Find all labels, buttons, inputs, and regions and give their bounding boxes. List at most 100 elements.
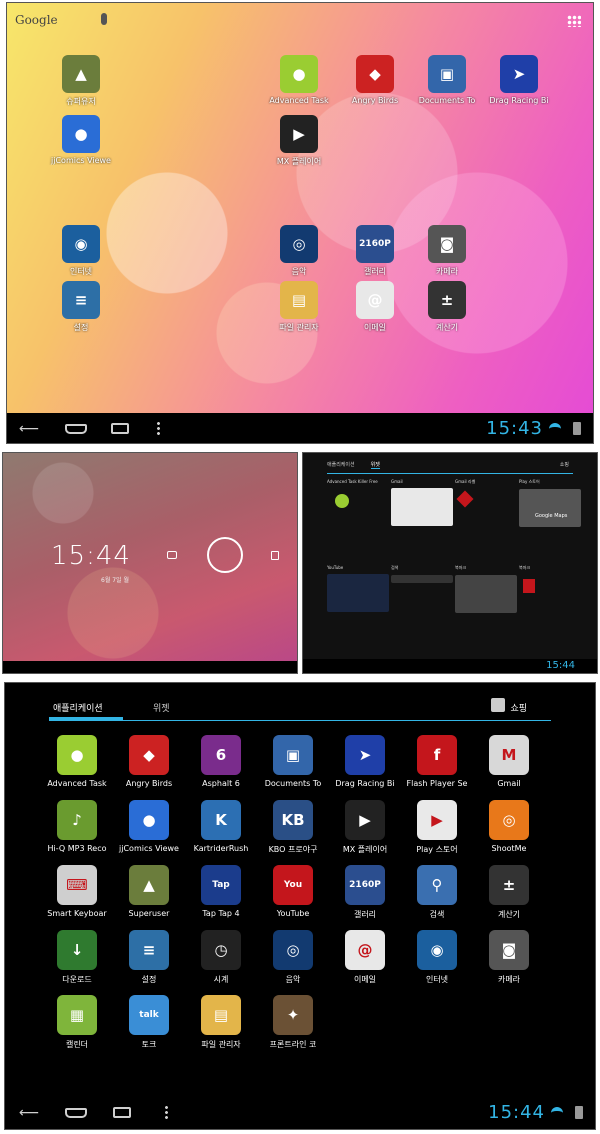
padlock-icon[interactable] <box>271 551 279 560</box>
home-app-icon[interactable]: ▶ MX 플레이어 <box>259 115 339 167</box>
drawer-app-icon[interactable]: ▤ 파일 관리자 <box>185 995 257 1050</box>
home-app-icon[interactable]: ≡ 설정 <box>41 281 121 333</box>
widget-cell[interactable]: 북마크 <box>455 565 517 623</box>
drawer-app-icon[interactable]: ◉ 인터넷 <box>401 930 473 985</box>
drawer-app-icon[interactable]: ◆ Angry Birds <box>113 735 185 788</box>
tab-applications[interactable]: 애플리케이션 <box>327 461 355 469</box>
unlock-ring[interactable] <box>207 537 243 573</box>
app-label: 검색 <box>429 910 445 919</box>
drawer-app-icon[interactable]: ▶ Play 스토어 <box>401 800 473 855</box>
drawer-app-icon[interactable]: KB KBO 프로야구 <box>257 800 329 855</box>
home-app-icon[interactable]: ◙ 카메라 <box>407 225 487 277</box>
widget-cell[interactable]: Play 스토어 Google Maps <box>519 479 581 537</box>
back-icon[interactable]: ⟵ <box>19 1105 39 1121</box>
drawer-app-icon[interactable]: ▦ 캘린더 <box>41 995 113 1050</box>
microphone-icon[interactable] <box>101 13 107 25</box>
widget-title: YouTube <box>327 565 344 570</box>
angry-bird-icon: ◆ <box>356 55 394 93</box>
drawer-app-icon[interactable]: ◎ 음악 <box>257 930 329 985</box>
drawer-app-icon[interactable]: ≡ 설정 <box>113 930 185 985</box>
drawer-app-icon[interactable]: ◙ 카메라 <box>473 930 545 985</box>
drawer-app-icon[interactable]: 6 Asphalt 6 <box>185 735 257 788</box>
home-app-icon[interactable]: ◉ 인터넷 <box>41 225 121 277</box>
google-search-label[interactable]: Google <box>15 13 58 27</box>
widget-cell[interactable]: Advanced Task Killer Free <box>327 479 389 537</box>
widget-title: Gmail 라벨 <box>455 479 476 484</box>
drawer-app-icon[interactable]: Tap Tap Tap 4 <box>185 865 257 918</box>
frontline-icon: ✦ <box>273 995 313 1035</box>
shop-button[interactable]: 쇼핑 <box>510 701 527 714</box>
motorbike-icon: ➤ <box>345 735 385 775</box>
talk-icon: talk <box>129 995 169 1035</box>
app-label: 인터넷 <box>69 267 93 276</box>
app-label: KartriderRush <box>193 844 249 853</box>
home-app-icon[interactable]: ▲ 슈퍼유저 <box>41 55 121 107</box>
home-app-icon[interactable]: ● Advanced Task <box>259 55 339 105</box>
tab-widgets[interactable]: 위젯 <box>370 461 380 469</box>
tab-widgets[interactable]: 위젯 <box>153 701 170 714</box>
home-icon[interactable] <box>65 424 87 434</box>
drawer-app-icon[interactable]: ● Advanced Task <box>41 735 113 788</box>
home-navigation-bar: ⟵ 15:43 <box>7 413 593 443</box>
shopping-bag-icon[interactable] <box>491 698 505 712</box>
store-bag-icon: ▶ <box>417 800 457 840</box>
home-app-icon[interactable]: ± 계산기 <box>407 281 487 333</box>
widget-cell[interactable]: 북마크 <box>519 565 581 623</box>
home-app-icon[interactable]: ● jjComics Viewe <box>41 115 121 165</box>
home-app-icon[interactable]: ◎ 음악 <box>259 225 339 277</box>
drawer-app-icon[interactable]: @ 이메일 <box>329 930 401 985</box>
drawer-app-icon[interactable]: K KartriderRush <box>185 800 257 853</box>
widget-cell[interactable]: Gmail 라벨 <box>455 479 517 537</box>
recent-apps-icon[interactable] <box>113 1107 131 1118</box>
app-label: jjComics Viewe <box>51 156 111 165</box>
drawer-app-icon[interactable]: ◷ 시계 <box>185 930 257 985</box>
home-app-icon[interactable]: ▤ 파일 관리자 <box>259 281 339 333</box>
drawer-app-icon[interactable]: ± 계산기 <box>473 865 545 920</box>
app-label: 파일 관리자 <box>279 323 319 332</box>
app-label: Hi-Q MP3 Reco <box>47 844 107 853</box>
app-label: Asphalt 6 <box>202 779 240 788</box>
drawer-app-icon[interactable]: ● jjComics Viewe <box>113 800 185 853</box>
camera-unlock-icon[interactable] <box>167 551 177 559</box>
drawer-app-icon[interactable]: ▶ MX 플레이어 <box>329 800 401 855</box>
bookmark-star-icon <box>519 579 581 617</box>
gallery-icon: 2160P <box>345 865 385 905</box>
widget-cell[interactable]: YouTube <box>327 565 389 623</box>
drawer-app-icon[interactable]: ◎ ShootMe <box>473 800 545 853</box>
home-app-icon[interactable]: @ 이메일 <box>335 281 415 333</box>
drawer-app-icon[interactable]: ↓ 다운로드 <box>41 930 113 985</box>
drawer-app-icon[interactable]: ⌨ Smart Keyboar <box>41 865 113 918</box>
android-robot-icon: ● <box>57 735 97 775</box>
drawer-app-icon[interactable]: ▲ Superuser <box>113 865 185 918</box>
home-app-icon[interactable]: ➤ Drag Racing Bi <box>479 55 559 105</box>
drawer-app-icon[interactable]: ▣ Documents To <box>257 735 329 788</box>
menu-icon[interactable] <box>165 1105 168 1119</box>
drawer-app-icon[interactable]: ⚲ 검색 <box>401 865 473 920</box>
drawer-app-icon[interactable]: You YouTube <box>257 865 329 918</box>
widget-cell[interactable]: 검색 <box>391 565 453 623</box>
app-label: Documents To <box>418 96 476 105</box>
tab-applications[interactable]: 애플리케이션 <box>53 701 103 714</box>
drawer-app-icon[interactable]: f Flash Player Se <box>401 735 473 788</box>
back-icon[interactable]: ⟵ <box>19 421 39 437</box>
widget-title: Play 스토어 <box>519 479 540 484</box>
app-drawer-grid-icon[interactable] <box>567 15 581 27</box>
wifi-icon <box>549 423 561 433</box>
shop-button[interactable]: 쇼핑 <box>560 461 569 468</box>
widget-cell[interactable]: Gmail <box>391 479 453 537</box>
drawer-app-icon[interactable]: M Gmail <box>473 735 545 788</box>
home-app-icon[interactable]: ▣ Documents To <box>407 55 487 105</box>
drawer-app-icon[interactable]: ✦ 프론트라인 코 <box>257 995 329 1050</box>
drawer-app-icon[interactable]: talk 토크 <box>113 995 185 1050</box>
email-icon: @ <box>345 930 385 970</box>
android-superuser-icon: ▲ <box>129 865 169 905</box>
play-icon: ▶ <box>345 800 385 840</box>
drawer-app-icon[interactable]: ♪ Hi-Q MP3 Reco <box>41 800 113 853</box>
menu-icon[interactable] <box>157 421 160 435</box>
drawer-app-icon[interactable]: 2160P 갤러리 <box>329 865 401 920</box>
home-app-icon[interactable]: ◆ Angry Birds <box>335 55 415 105</box>
recent-apps-icon[interactable] <box>111 423 129 434</box>
drawer-app-icon[interactable]: ➤ Drag Racing Bi <box>329 735 401 788</box>
home-app-icon[interactable]: 2160P 갤러리 <box>335 225 415 277</box>
home-icon[interactable] <box>65 1108 87 1118</box>
